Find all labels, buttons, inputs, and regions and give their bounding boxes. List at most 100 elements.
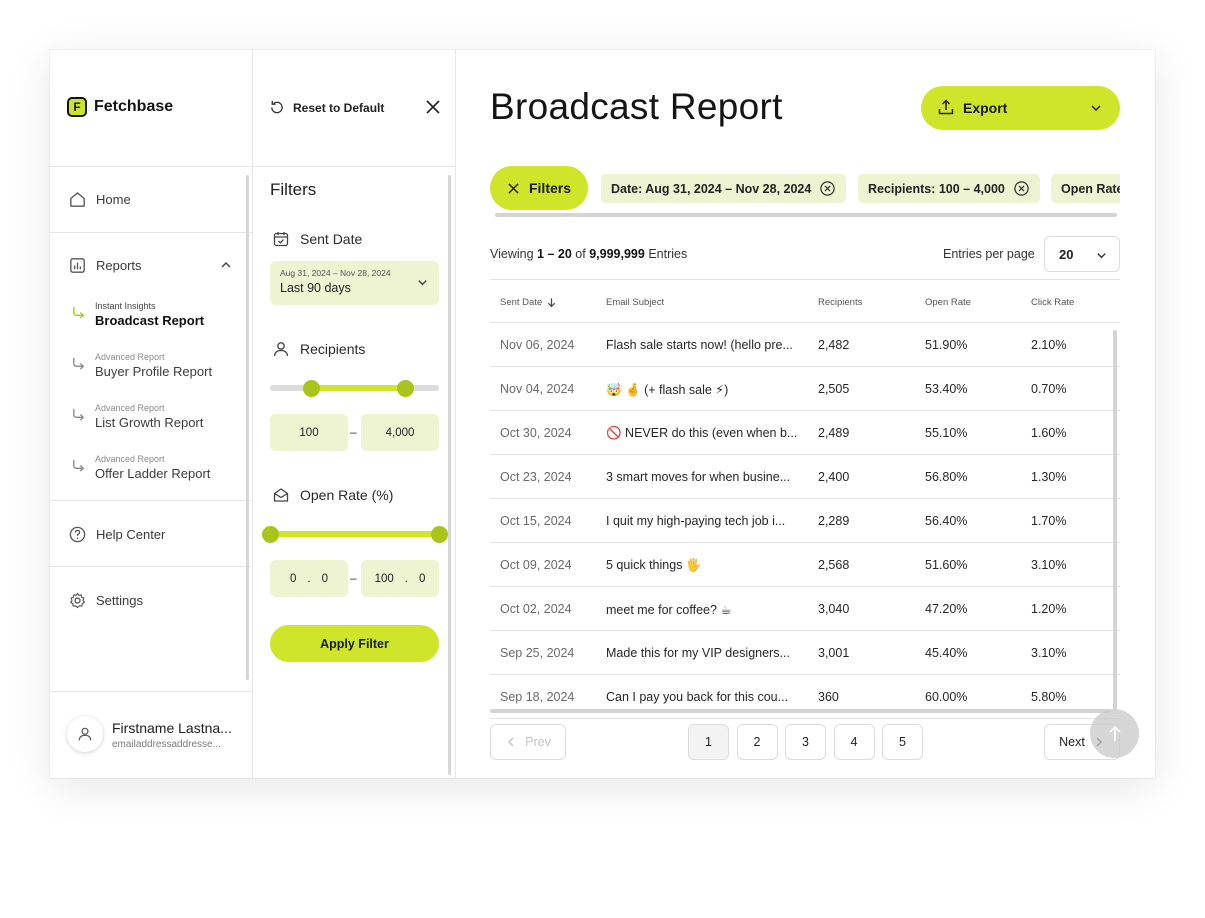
column-header-open-rate[interactable]: Open Rate [925,297,971,308]
cell-click-rate: 1.20% [1031,602,1067,616]
sidebar-item-label: Home [96,192,131,207]
cell-recipients: 2,482 [818,338,850,352]
filter-panel-scrollbar[interactable] [448,175,451,775]
avatar[interactable] [67,716,103,752]
sent-date-label-text: Sent Date [300,231,363,247]
viewing-range: 1 – 20 [537,247,572,261]
chevron-down-icon [1091,105,1101,112]
recipients-label-text: Recipients [300,341,366,357]
page-button[interactable]: 5 [882,724,923,760]
table-row[interactable]: Oct 09, 2024 5 quick things 🖐 2,568 51.60% 3… [490,543,1120,587]
page-button[interactable]: 2 [736,724,778,760]
cell-click-rate: 0.70% [1031,382,1067,396]
cell-click-rate: 3.10% [1031,558,1067,572]
reset-to-default-button[interactable]: Reset to Default [268,99,384,116]
sidebar-item-help-center[interactable]: Help Center [68,525,165,544]
app-logo[interactable]: F Fetchbase [67,97,173,117]
entries-per-page-select[interactable]: 20 [1044,236,1120,272]
table-row[interactable]: Oct 23, 2024 3 smart moves for when busin… [490,455,1120,499]
recipients-min-value: 100 [299,426,319,439]
recipients-min-input[interactable]: 100 [270,414,348,451]
export-button[interactable]: Export [921,86,1120,130]
page-button[interactable]: 1 [688,724,729,760]
sidebar-item-reports[interactable]: Reports [68,256,142,275]
range-separator: – [350,425,357,439]
chevron-down-icon [418,280,427,286]
cell-click-rate: 2.10% [1031,338,1067,352]
table-row[interactable]: Nov 04, 2024 🤯 🤞 (+ flash sale ⚡) 2,505 53.… [490,367,1120,411]
cell-email-subject: I quit my high-paying tech job i... [606,514,786,528]
open-rate-max-handle[interactable] [431,526,448,543]
sidebar-divider [50,566,253,567]
cell-recipients: 3,001 [818,646,850,660]
recipients-min-handle[interactable] [302,380,320,397]
recipients-max-input[interactable]: 4,000 [361,414,439,451]
filter-chip-label: Date: Aug 31, 2024 – Nov 28, 2024 [611,181,812,196]
cell-sent-date: Nov 06, 2024 [500,338,575,352]
help-circle-icon [69,526,86,543]
sidebar-subitem[interactable]: Advanced Report List Growth Report [71,403,203,431]
open-rate-max-input[interactable]: 100 . 0 [361,560,439,597]
filter-chip-recipients[interactable]: Recipients: 100 – 4,000 [858,174,1040,203]
table-row[interactable]: Oct 02, 2024 meet me for coffee? ☕ 3,040 47… [490,587,1120,631]
user-profile[interactable]: Firstname Lastna... emailaddressaddresse… [50,691,253,778]
open-rate-min-int: 0 [289,572,297,585]
sub-arrow-icon [73,408,85,421]
table-vertical-scrollbar[interactable] [1113,330,1117,710]
home-icon [70,192,85,207]
recipients-max-handle[interactable] [397,380,415,397]
sidebar-divider [50,166,253,167]
column-header-click-rate[interactable]: Click Rate [1031,297,1074,308]
open-rate-min-input[interactable]: 0 . 0 [270,560,348,597]
cell-email-subject: meet me for coffee? ☕ [606,603,732,617]
cell-email-subject: 5 quick things 🖐 [606,558,702,572]
column-header-label: Open Rate [925,297,971,308]
remove-circle-icon[interactable] [819,180,836,197]
table-row[interactable]: Nov 06, 2024 Flash sale starts now! (hell… [490,323,1120,367]
sidebar-subitem[interactable]: Advanced Report Offer Ladder Report [71,454,210,482]
column-header-sent-date[interactable]: Sent Date [500,297,557,308]
table-row[interactable]: Sep 25, 2024 Made this for my VIP designe… [490,631,1120,675]
filter-chip-open-rate[interactable]: Open Rate [1051,174,1120,203]
page-button[interactable]: 4 [833,724,875,760]
table-horizontal-scrollbar[interactable] [490,709,1110,713]
cell-email-subject: 🤯 🤞 (+ flash sale ⚡) [606,383,729,397]
sidebar-subitem[interactable]: Advanced Report Buyer Profile Report [71,352,212,380]
app-name: Fetchbase [94,98,174,115]
recipients-label: Recipients [272,340,365,358]
column-header-email-subject[interactable]: Email Subject [606,297,664,308]
filters-toggle-button[interactable]: Filters [490,166,588,210]
close-icon [508,182,519,194]
close-icon[interactable] [425,99,441,115]
scroll-to-top-button[interactable] [1090,709,1139,758]
sub-arrow-icon [73,306,85,319]
column-header-recipients[interactable]: Recipients [818,297,862,308]
fetchbase-logo-icon: F [67,97,87,117]
cell-sent-date: Oct 09, 2024 [500,558,572,572]
prev-page-button[interactable]: Prev [490,724,566,760]
sidebar-item-settings[interactable]: Settings [68,591,143,610]
sidebar-subitem[interactable]: Instant Insights Broadcast Report [71,301,204,329]
remove-circle-icon[interactable] [1013,180,1030,197]
filters-bar-scrollbar[interactable] [495,213,1117,217]
filter-chip-date[interactable]: Date: Aug 31, 2024 – Nov 28, 2024 [601,174,847,203]
gear-icon [70,592,85,609]
cell-sent-date: Oct 15, 2024 [500,514,572,528]
cell-click-rate: 1.30% [1031,470,1067,484]
table-row[interactable]: Oct 15, 2024 I quit my high-paying tech j… [490,499,1120,543]
chevron-up-icon[interactable] [219,258,233,272]
date-range-select[interactable]: Aug 31, 2024 – Nov 28, 2024 Last 90 days [270,261,439,305]
cell-recipients: 2,400 [818,470,850,484]
open-rate-slider[interactable] [270,531,439,537]
cell-open-rate: 51.90% [925,338,968,352]
open-rate-min-handle[interactable] [262,526,279,543]
column-header-label: Click Rate [1031,297,1075,308]
table-row[interactable]: Oct 30, 2024 🚫 NEVER do this (even when b… [490,411,1120,455]
sidebar-scrollbar[interactable] [246,175,249,680]
cell-open-rate: 53.40% [925,382,968,396]
sidebar-item-home[interactable]: Home [68,190,131,209]
page-button[interactable]: 3 [785,724,826,760]
user-icon [78,727,92,741]
apply-filter-button[interactable]: Apply Filter [270,625,439,662]
open-rate-max-int: 100 [374,572,394,585]
